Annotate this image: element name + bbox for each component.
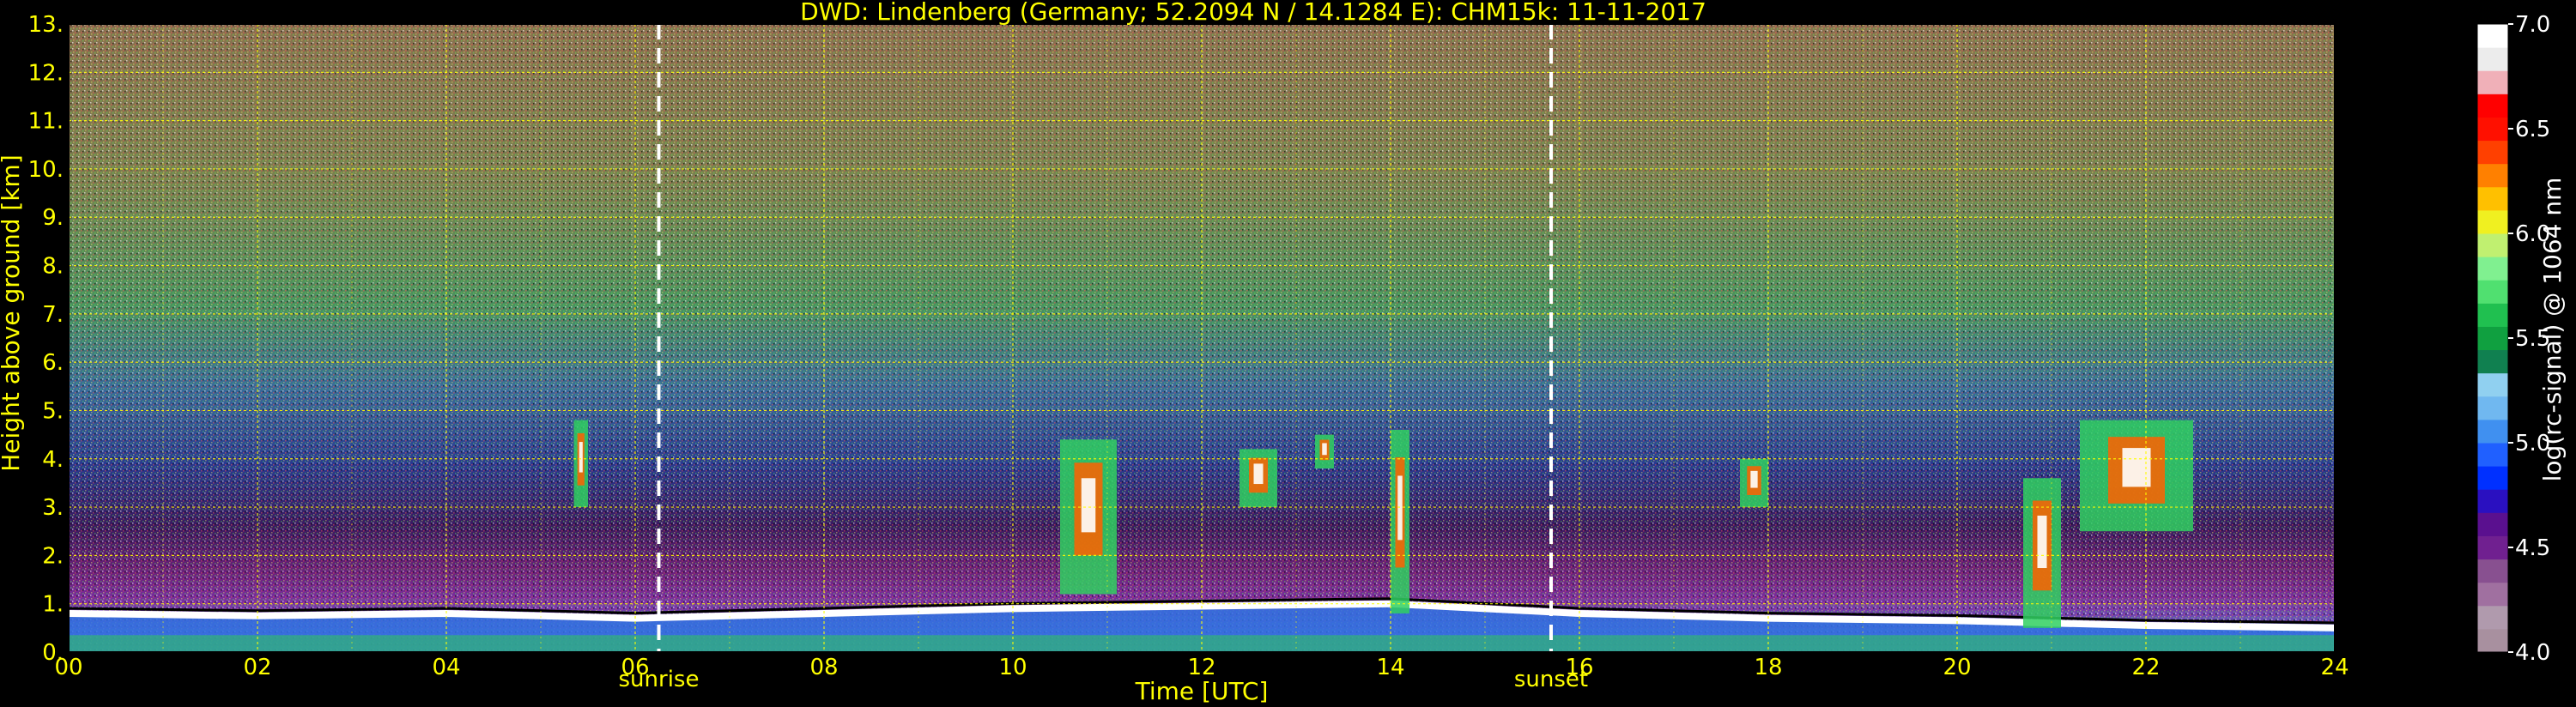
colorbar-label: log(rc-signal) @ 1064 nm bbox=[2538, 178, 2567, 482]
colorbar-tick-label: 7.0 bbox=[2515, 12, 2550, 38]
colorbar-segment bbox=[2477, 186, 2508, 211]
colorbar-segment bbox=[2477, 280, 2508, 304]
y-tick-label: 7. bbox=[42, 302, 64, 328]
colorbar-segment bbox=[2477, 209, 2508, 234]
cloud-peak-1 bbox=[579, 442, 583, 473]
colorbar-segment bbox=[2477, 326, 2508, 351]
cloud-peak-2 bbox=[1081, 478, 1096, 533]
colorbar-tick-label: 4.5 bbox=[2515, 535, 2550, 561]
cloud-peak-4 bbox=[1322, 443, 1327, 456]
y-tick-label: 3. bbox=[42, 495, 64, 521]
colorbar-tick-label: 6.5 bbox=[2515, 117, 2550, 142]
colorbar-segment bbox=[2477, 466, 2508, 490]
cloud-peak-5 bbox=[1397, 475, 1403, 541]
colorbar-segment bbox=[2477, 163, 2508, 188]
cloud-peak-7 bbox=[2037, 515, 2047, 569]
colorbar-segment bbox=[2477, 419, 2508, 444]
colorbar-segment bbox=[2477, 140, 2508, 165]
chart-title: DWD: Lindenberg (Germany; 52.2094 N / 14… bbox=[800, 0, 1706, 26]
cloud-peak-6 bbox=[1750, 470, 1758, 488]
y-tick-label: 12. bbox=[28, 60, 64, 86]
colorbar-segment bbox=[2477, 233, 2508, 257]
x-tick-label: 02 bbox=[243, 655, 271, 680]
colorbar-segment bbox=[2477, 559, 2508, 583]
x-tick-label: 24 bbox=[2320, 655, 2349, 680]
x-tick-label: 10 bbox=[998, 655, 1027, 680]
y-tick-label: 4. bbox=[42, 447, 64, 473]
x-tick-label: 18 bbox=[1754, 655, 1782, 680]
colorbar-segment bbox=[2477, 257, 2508, 281]
y-tick-label: 2. bbox=[42, 543, 64, 569]
y-tick-label: 5. bbox=[42, 398, 64, 424]
annotation-sunset: sunset bbox=[1514, 667, 1588, 692]
annotation-sunrise: sunrise bbox=[619, 667, 700, 692]
y-tick-label: 11. bbox=[28, 109, 64, 135]
y-axis-label: Height above ground [km] bbox=[0, 154, 25, 472]
y-tick-label: 1. bbox=[42, 592, 64, 618]
x-tick-label: 14 bbox=[1376, 655, 1404, 680]
colorbar-segment bbox=[2477, 489, 2508, 513]
plot-area bbox=[68, 24, 2336, 652]
colorbar-segment bbox=[2477, 512, 2508, 536]
colorbar-tick-label: 4.0 bbox=[2515, 640, 2550, 666]
colorbar-segment bbox=[2477, 117, 2508, 142]
ceilometer-chart: 00 02 04 06 08 10 12 14 16 18 20 22 240.1.2.3.4.5.6.… bbox=[0, 0, 2576, 707]
y-tick-label: 0. bbox=[42, 640, 64, 666]
colorbar-segment bbox=[2477, 47, 2508, 71]
colorbar-segment bbox=[2477, 628, 2508, 653]
y-tick-label: 13. bbox=[28, 12, 64, 38]
y-tick-label: 6. bbox=[42, 350, 64, 376]
x-tick-label: 08 bbox=[809, 655, 838, 680]
colorbar-segment bbox=[2477, 582, 2508, 607]
y-tick-label: 8. bbox=[42, 254, 64, 280]
colorbar-segment bbox=[2477, 303, 2508, 327]
y-tick-label: 9. bbox=[42, 205, 64, 231]
x-tick-label: 22 bbox=[2131, 655, 2160, 680]
colorbar-segment bbox=[2477, 349, 2508, 374]
colorbar-segment bbox=[2477, 535, 2508, 560]
x-axis-label: Time [UTC] bbox=[1135, 677, 1269, 705]
x-tick-label: 20 bbox=[1943, 655, 1971, 680]
y-tick-label: 10. bbox=[28, 157, 64, 183]
x-tick-label: 04 bbox=[432, 655, 460, 680]
colorbar-segment bbox=[2477, 605, 2508, 630]
colorbar-segment bbox=[2477, 24, 2508, 48]
colorbar-segment bbox=[2477, 70, 2508, 94]
colorbar-segment bbox=[2477, 443, 2508, 467]
colorbar-segment bbox=[2477, 372, 2508, 397]
cloud-peak-3 bbox=[1253, 463, 1264, 485]
colorbar-segment bbox=[2477, 94, 2508, 118]
colorbar-segment bbox=[2477, 396, 2508, 420]
